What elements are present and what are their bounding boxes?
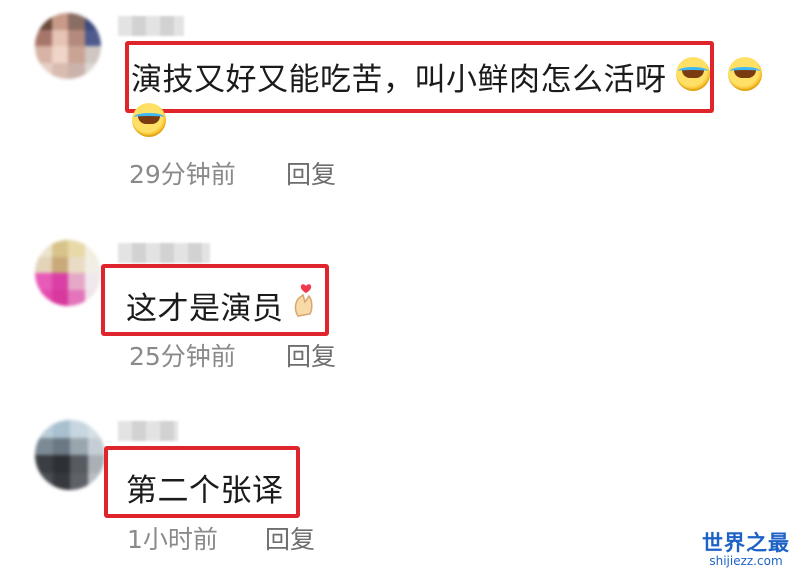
comment-time: 25分钟前 <box>129 342 236 371</box>
avatar[interactable] <box>35 240 101 306</box>
comment-time: 1小时前 <box>127 525 218 554</box>
watermark: 世界之最 shijiezz.com <box>700 532 792 568</box>
avatar[interactable] <box>35 420 105 490</box>
username-blurred[interactable] <box>118 243 210 263</box>
finger-heart-emoji <box>294 284 313 317</box>
comment-text: 这才是演员 <box>126 291 284 327</box>
comment-3: 第二个张译 1小时前 回复 <box>0 0 800 554</box>
username-blurred[interactable] <box>118 421 178 441</box>
reply-button[interactable]: 回复 <box>265 520 315 556</box>
comment-text: 第二个张译 <box>126 473 284 509</box>
reply-button[interactable]: 回复 <box>286 337 336 373</box>
watermark-url: shijiezz.com <box>709 554 783 568</box>
watermark-title: 世界之最 <box>702 531 790 555</box>
